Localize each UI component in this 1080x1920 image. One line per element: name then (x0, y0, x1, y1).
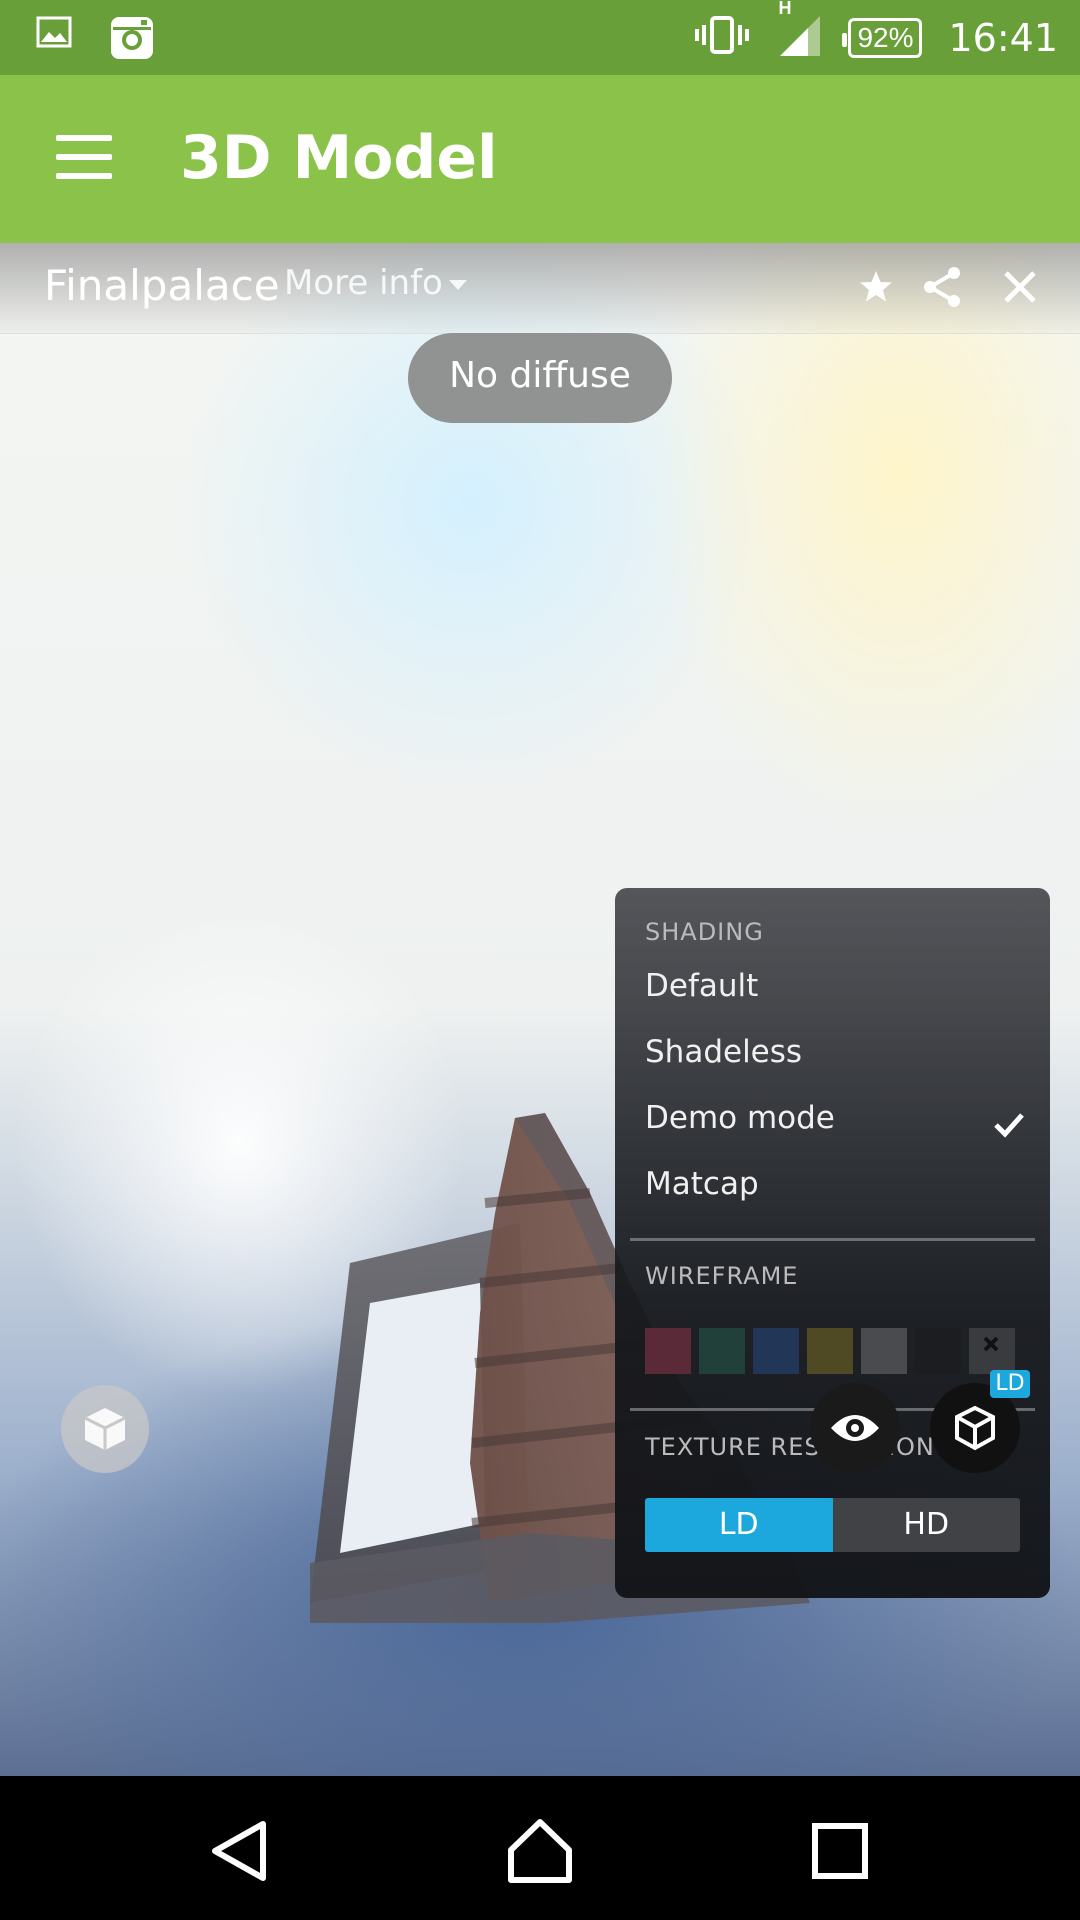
shading-option-shadeless[interactable]: Shadeless (645, 1027, 1025, 1077)
signal-icon: H (776, 0, 822, 63)
battery-level: 92% (857, 21, 914, 53)
hamburger-menu-icon[interactable] (56, 135, 112, 179)
more-info-link[interactable]: More info (284, 263, 467, 303)
wireframe-swatch-none[interactable] (969, 1328, 1015, 1374)
cube-outline-icon (955, 1405, 995, 1451)
texture-resolution-toggle: LD HD (645, 1498, 1020, 1552)
shading-option-demo-mode[interactable]: Demo mode (645, 1093, 1025, 1143)
wireframe-swatch-blue[interactable] (753, 1328, 799, 1374)
page-title: 3D Model (180, 123, 498, 193)
shading-label: SHADING (645, 918, 764, 946)
back-icon[interactable] (205, 1816, 275, 1886)
recents-icon[interactable] (805, 1816, 875, 1886)
home-icon[interactable] (505, 1816, 575, 1886)
vibrate-icon (694, 15, 750, 60)
settings-panel: SHADING Default Shadeless Demo mode Matc… (615, 888, 1050, 1598)
model-header: Finalpalace More info (0, 243, 1080, 334)
status-bar: H 92% 16:41 (0, 0, 1080, 75)
wireframe-swatch-black[interactable] (915, 1328, 961, 1374)
option-label: Default (645, 968, 759, 1004)
wireframe-swatch-green[interactable] (699, 1328, 745, 1374)
toast-message: No diffuse (408, 333, 672, 423)
view-settings-button[interactable] (810, 1383, 900, 1473)
chevron-down-icon (448, 279, 467, 290)
app-bar: 3D Model (0, 75, 1080, 243)
instagram-icon (108, 14, 156, 67)
wireframe-swatch-gray[interactable] (861, 1328, 907, 1374)
eye-icon (831, 1415, 879, 1441)
x-icon (983, 1336, 999, 1352)
checkmark-icon (993, 1103, 1025, 1153)
wireframe-color-swatches (645, 1328, 1015, 1374)
share-icon[interactable] (918, 263, 966, 311)
wireframe-label: WIREFRAME (645, 1262, 799, 1290)
status-time: 16:41 (948, 15, 1058, 60)
texture-hd-button[interactable]: HD (832, 1498, 1020, 1552)
texture-ld-button[interactable]: LD (645, 1498, 833, 1552)
star-icon[interactable] (852, 263, 900, 311)
resolution-badge: LD (990, 1370, 1030, 1398)
scene-cube-button[interactable] (61, 1385, 149, 1473)
option-label: Demo mode (645, 1100, 835, 1136)
shading-option-matcap[interactable]: Matcap (645, 1159, 1025, 1209)
network-type: H (778, 0, 792, 18)
model-viewer[interactable]: Finalpalace More info No diffuse SHADING… (0, 243, 1080, 1776)
shading-option-default[interactable]: Default (645, 961, 1025, 1011)
option-label: Matcap (645, 1166, 759, 1202)
battery-icon: 92% (842, 17, 923, 58)
divider (630, 1238, 1035, 1241)
wireframe-swatch-yellow[interactable] (807, 1328, 853, 1374)
wireframe-swatch-red[interactable] (645, 1328, 691, 1374)
close-icon[interactable] (996, 263, 1044, 311)
model-name: Finalpalace (44, 261, 280, 310)
cube-icon (84, 1408, 126, 1450)
option-label: Shadeless (645, 1034, 803, 1070)
more-info-label: More info (284, 263, 443, 303)
navigation-bar (0, 1776, 1080, 1920)
gallery-icon (36, 14, 72, 67)
